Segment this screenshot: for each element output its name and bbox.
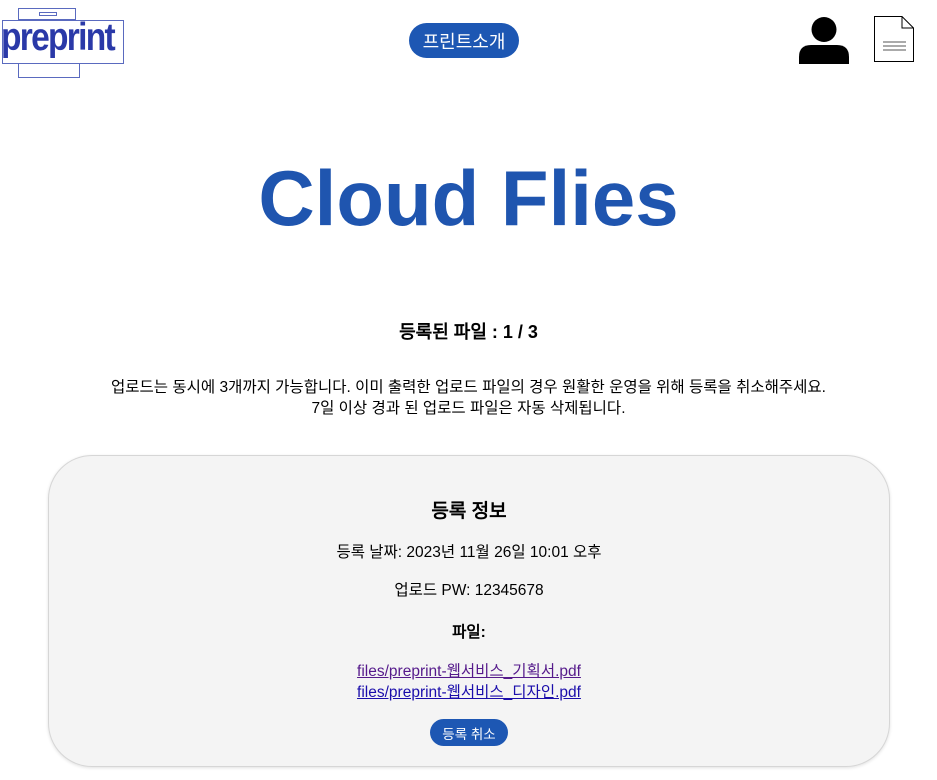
registered-file-count: 등록된 파일 : 1 / 3 [399, 322, 538, 342]
nav-print-intro-button[interactable]: 프린트소개 [409, 23, 519, 58]
files-label: 파일: [452, 624, 486, 641]
file-link-design[interactable]: files/preprint-웹서비스_디자인.pdf [357, 684, 581, 701]
page-title: Cloud Flies [258, 154, 679, 242]
file-list: files/preprint-웹서비스_기획서.pdf files/prepri… [49, 661, 889, 703]
notice-line-2: 7일 이상 경과 된 업로드 파일은 자동 삭제됩니다. [311, 400, 626, 417]
file-link-plan[interactable]: files/preprint-웹서비스_기획서.pdf [357, 663, 581, 680]
upload-notice: 업로드는 동시에 3개까지 가능합니다. 이미 출력한 업로드 파일의 경우 원… [0, 377, 937, 419]
logo-printer-tray [18, 64, 80, 78]
logo[interactable]: preprint [0, 8, 128, 80]
document-icon[interactable] [873, 15, 915, 63]
registration-card: 등록 정보 등록 날짜: 2023년 11월 26일 10:01 오후 업로드 … [48, 455, 890, 767]
cancel-registration-button[interactable]: 등록 취소 [430, 719, 508, 746]
card-title: 등록 정보 [431, 501, 507, 522]
notice-line-1: 업로드는 동시에 3개까지 가능합니다. 이미 출력한 업로드 파일의 경우 원… [111, 379, 826, 396]
user-icon[interactable] [798, 16, 850, 66]
upload-password: 업로드 PW: 12345678 [394, 582, 544, 599]
logo-text: preprint [1, 16, 116, 59]
registration-date: 등록 날짜: 2023년 11월 26일 10:01 오후 [336, 544, 602, 561]
